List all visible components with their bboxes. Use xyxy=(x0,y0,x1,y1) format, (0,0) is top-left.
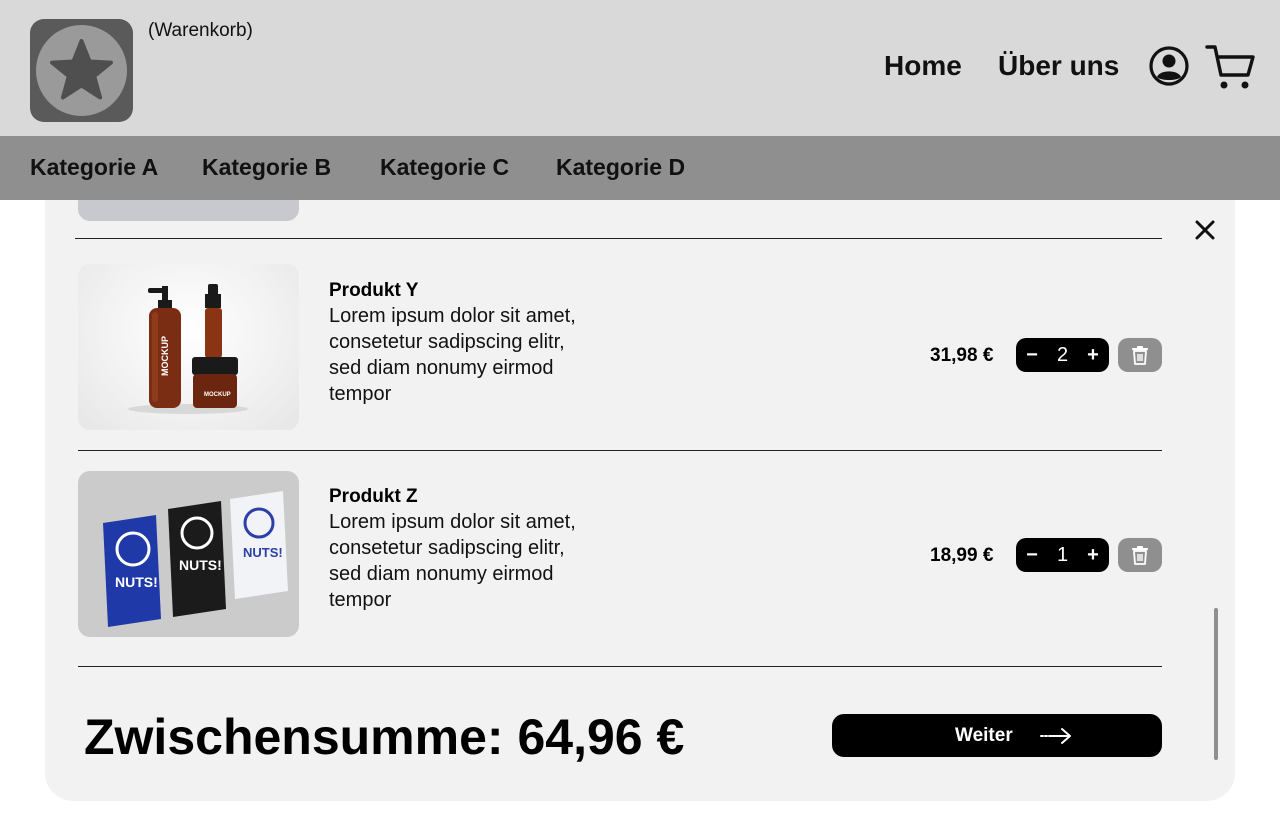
next-button-label: Weiter xyxy=(955,725,1013,746)
nav-about-link[interactable]: Über uns xyxy=(998,50,1119,82)
arrow-right-icon xyxy=(1040,728,1071,744)
user-circle-icon[interactable] xyxy=(1148,45,1190,87)
category-a-link[interactable]: Kategorie A xyxy=(30,154,158,181)
product-z-delete-button[interactable] xyxy=(1118,538,1162,572)
product-y-delete-button[interactable] xyxy=(1118,338,1162,372)
increase-quantity-button[interactable]: + xyxy=(1079,538,1107,572)
scrollbar[interactable] xyxy=(1214,608,1218,760)
decrease-quantity-button[interactable]: − xyxy=(1018,538,1046,572)
shopping-cart-icon[interactable] xyxy=(1205,43,1255,91)
quantity-value[interactable]: 1 xyxy=(1046,538,1079,572)
svg-text:NUTS!: NUTS! xyxy=(243,545,283,560)
svg-text:MOCKUP: MOCKUP xyxy=(204,392,231,398)
increase-quantity-button[interactable]: + xyxy=(1079,338,1107,372)
quantity-value[interactable]: 2 xyxy=(1046,338,1079,372)
category-bar: Kategorie A Kategorie B Kategorie C Kate… xyxy=(0,136,1280,200)
trash-icon xyxy=(1132,546,1148,565)
product-z-name[interactable]: Produkt Z xyxy=(329,486,418,508)
svg-text:NUTS!: NUTS! xyxy=(115,574,158,590)
category-c-link[interactable]: Kategorie C xyxy=(380,154,509,181)
subtotal: Zwischensumme: 64,96 € xyxy=(84,709,685,765)
svg-text:NUTS!: NUTS! xyxy=(179,557,222,573)
decrease-quantity-button[interactable]: − xyxy=(1018,338,1046,372)
cart-panel: MOCKUP MOCKUP Produkt Y Lorem ipsum dolo… xyxy=(45,200,1235,801)
category-d-link[interactable]: Kategorie D xyxy=(556,154,685,181)
product-z-quantity-stepper: − 1 + xyxy=(1016,538,1109,572)
close-icon[interactable] xyxy=(1193,218,1217,242)
product-y-image: MOCKUP MOCKUP xyxy=(78,264,299,430)
product-z-description: Lorem ipsum dolor sit amet, consetetur s… xyxy=(329,511,576,611)
star-icon xyxy=(50,39,113,100)
mockup-label: MOCKUP xyxy=(160,336,170,376)
nav-home-link[interactable]: Home xyxy=(884,50,962,82)
product-y-quantity-stepper: − 2 + xyxy=(1016,338,1109,372)
divider xyxy=(78,666,1162,667)
product-z-price: 18,99 € xyxy=(930,545,994,566)
product-y-name[interactable]: Produkt Y xyxy=(329,280,418,302)
page-tag: (Warenkorb) xyxy=(148,20,253,41)
product-z-image: NUTS! NUTS! NUTS! xyxy=(78,471,299,637)
category-b-link[interactable]: Kategorie B xyxy=(202,154,331,181)
next-button[interactable]: Weiter xyxy=(832,714,1162,757)
header: (Warenkorb) Home Über uns xyxy=(0,0,1280,136)
divider xyxy=(78,450,1162,451)
product-y-description: Lorem ipsum dolor sit amet, consetetur s… xyxy=(329,305,576,405)
product-y-price: 31,98 € xyxy=(930,345,994,366)
previous-product-image xyxy=(78,200,299,221)
logo[interactable] xyxy=(30,19,133,122)
trash-icon xyxy=(1132,346,1148,365)
divider xyxy=(75,238,1162,239)
